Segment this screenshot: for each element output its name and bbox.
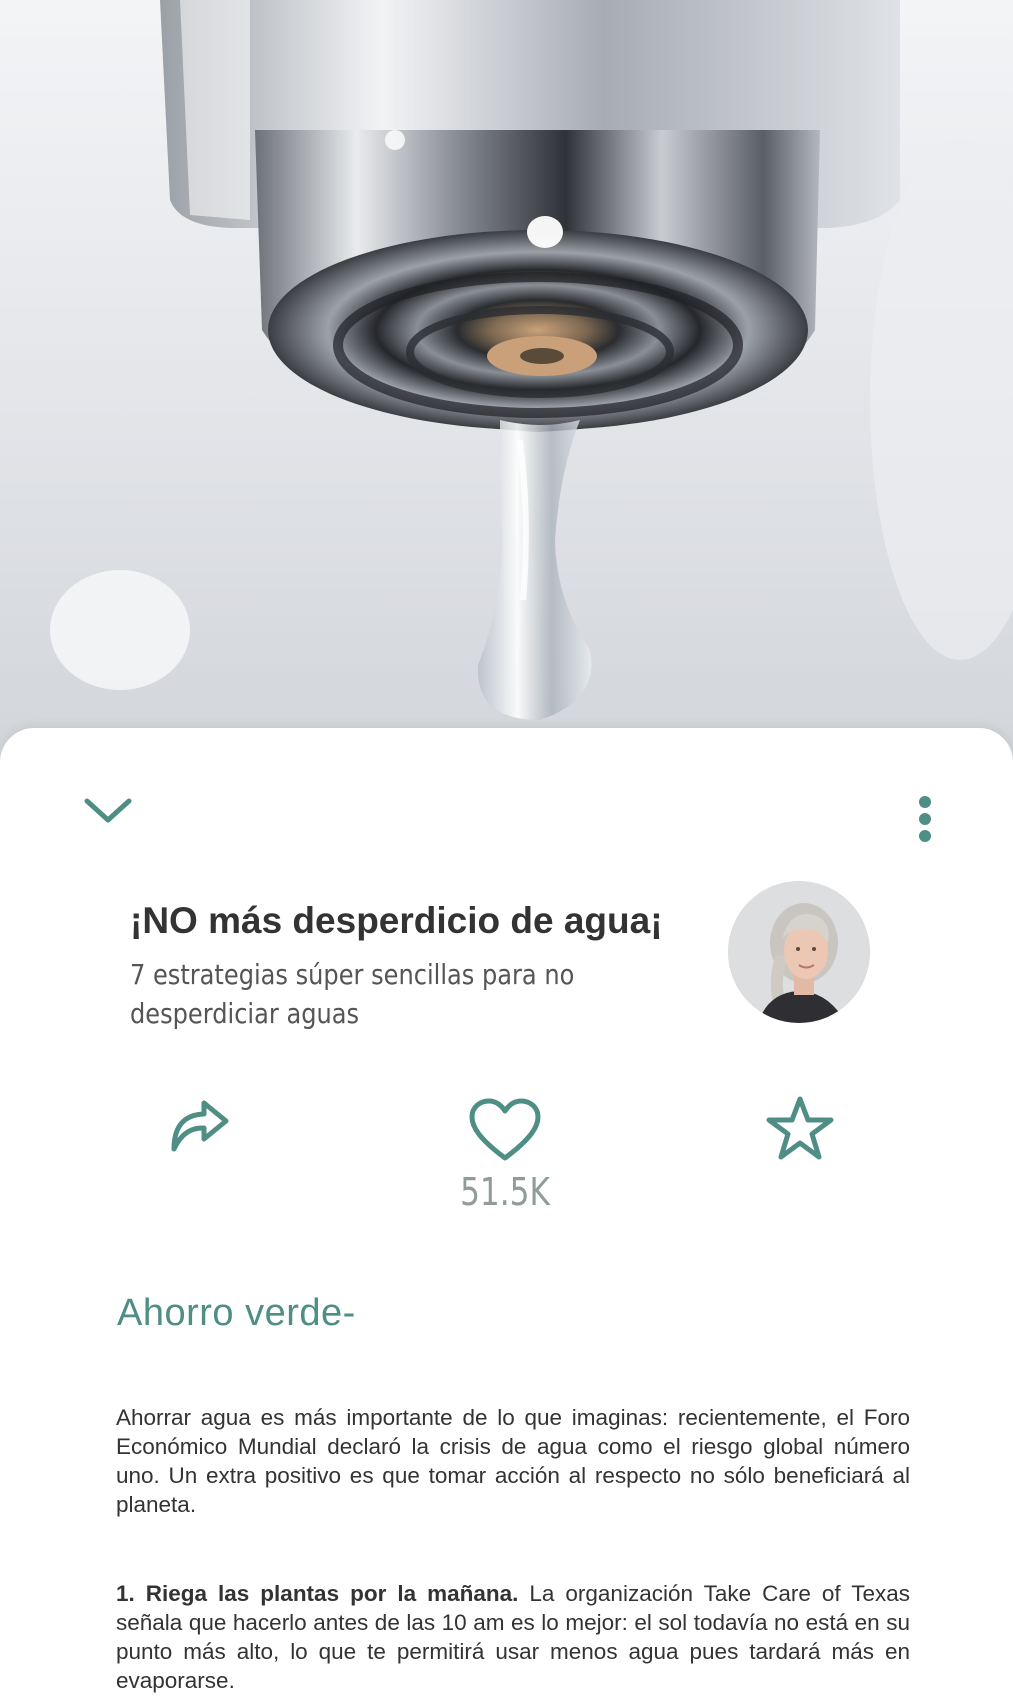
intro-paragraph: Ahorrar agua es más importante de lo que… (116, 1405, 910, 1517)
more-options-button[interactable] (902, 790, 948, 848)
collapse-button[interactable] (78, 790, 138, 830)
chevron-down-icon (84, 798, 132, 823)
tip-paragraph: 1. Riega las plantas por la mañana. La o… (116, 1579, 910, 1695)
share-icon (171, 1100, 229, 1152)
favorite-button[interactable] (762, 1092, 838, 1164)
article-subtitle: 7 estrategias súper sencillas para no de… (130, 958, 575, 1030)
share-button[interactable] (163, 1094, 235, 1158)
heart-icon (469, 1098, 541, 1161)
like-button[interactable] (466, 1096, 544, 1166)
more-vertical-icon (919, 796, 931, 842)
author-avatar[interactable] (728, 881, 870, 1023)
tip-heading: 1. Riega las plantas por la mañana. (116, 1581, 519, 1606)
like-count: 51.5K (460, 1170, 550, 1214)
section-title: Ahorro verde- (117, 1292, 356, 1334)
star-icon (766, 1096, 834, 1160)
author-photo (728, 881, 870, 1023)
hero-image (0, 0, 1013, 760)
article-title: ¡NO más desperdicio de agua¡ (130, 900, 663, 941)
